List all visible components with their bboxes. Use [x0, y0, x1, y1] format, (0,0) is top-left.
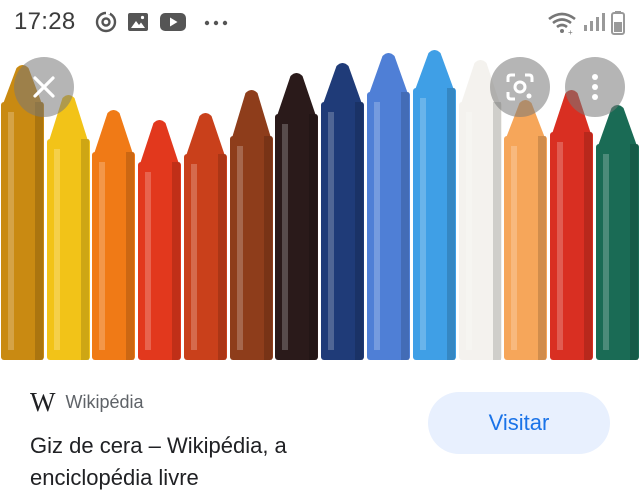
status-time: 17:28: [14, 8, 76, 35]
crayon: [596, 105, 639, 360]
source-row[interactable]: W Wikipédia: [30, 387, 144, 417]
close-button[interactable]: [14, 57, 74, 117]
crayon: [321, 63, 364, 360]
crayon: [275, 73, 318, 360]
lens-icon: [506, 73, 534, 101]
crayon: [92, 110, 135, 360]
crayon: [138, 120, 181, 360]
crayon: [550, 90, 593, 360]
visit-button[interactable]: Visitar: [428, 392, 610, 454]
more-options-button[interactable]: [565, 57, 625, 117]
wikipedia-logo-icon: W: [30, 387, 56, 417]
result-title[interactable]: Giz de cera – Wikipédia, a enciclopédia …: [30, 430, 410, 494]
status-bar: 17:28 +: [0, 0, 640, 44]
crayon: [184, 113, 227, 360]
more-vert-icon: [592, 74, 598, 100]
crayon: [230, 90, 273, 360]
image-icon: [128, 13, 148, 31]
battery-icon: [611, 11, 625, 35]
crayons-image[interactable]: [0, 44, 640, 360]
wifi-icon: +: [548, 12, 576, 36]
signal-icon: [584, 13, 605, 31]
crayon: [413, 50, 456, 360]
crayon: [47, 95, 90, 360]
youtube-icon: [160, 13, 186, 31]
sync-icon: [95, 11, 117, 33]
more-dots-icon: [204, 20, 228, 26]
crayon: [504, 100, 547, 360]
crayon: [367, 53, 410, 360]
close-icon: [33, 76, 55, 98]
svg-text:+: +: [568, 28, 573, 36]
lens-button[interactable]: [490, 57, 550, 117]
source-name: Wikipédia: [65, 391, 144, 412]
